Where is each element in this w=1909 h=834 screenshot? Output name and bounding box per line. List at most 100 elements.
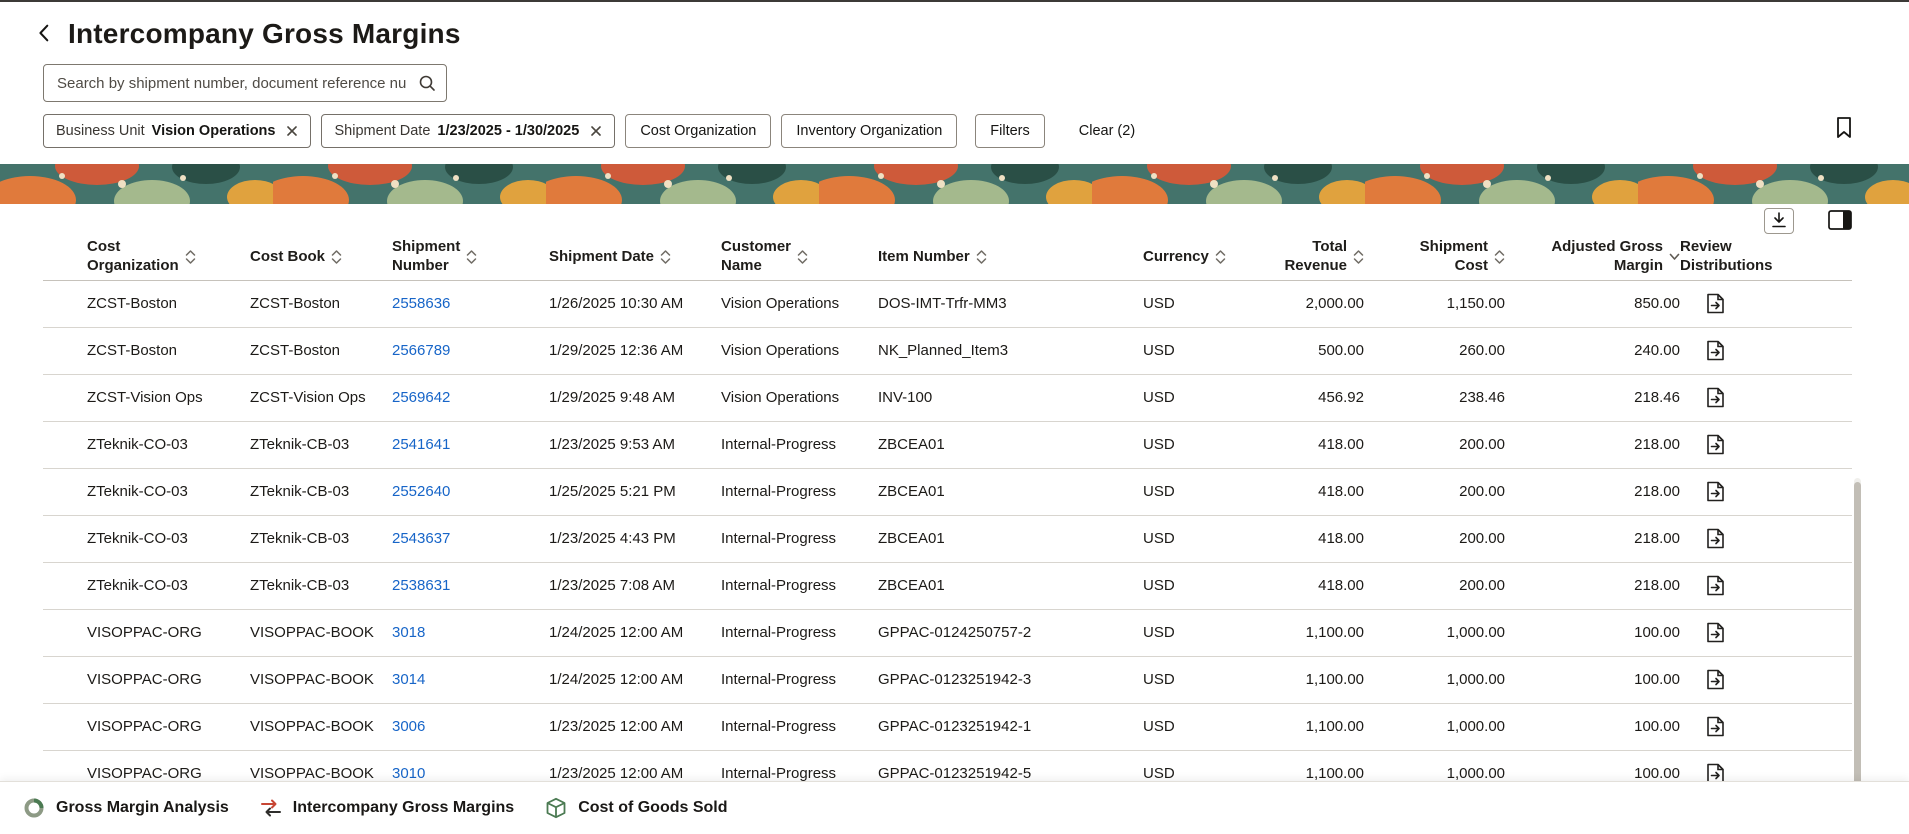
tab-label: Cost of Goods Sold [578, 799, 728, 816]
sort-toggle-icon[interactable] [1215, 249, 1226, 265]
scrollbar-thumb[interactable] [1854, 482, 1861, 812]
customer-name-cell: Internal-Progress [721, 421, 878, 469]
column-header-currency[interactable]: Currency [1143, 234, 1253, 281]
inventory-organization-button[interactable]: Inventory Organization [781, 114, 958, 148]
table-row: VISOPPAC-ORG VISOPPAC-BOOK 3014 1/24/2025 1… [43, 656, 1852, 704]
clear-filters-button[interactable]: Clear (2) [1079, 123, 1135, 139]
review-distributions-icon[interactable] [1706, 387, 1725, 408]
column-header-adjusted-gross-margin[interactable]: Adjusted Gross Margin [1505, 234, 1680, 281]
cost-org-cell: ZTeknik-CO-03 [43, 515, 250, 563]
filters-button[interactable]: Filters [975, 114, 1045, 148]
currency-cell: USD [1143, 609, 1253, 657]
review-cell [1680, 656, 1852, 704]
sort-descending-icon[interactable] [1669, 253, 1680, 261]
filter-chip-business-unit: Business Unit Vision Operations [43, 114, 312, 148]
total-revenue-cell: 500.00 [1253, 327, 1364, 375]
item-number-cell: ZBCEA01 [878, 515, 1143, 563]
review-distributions-icon[interactable] [1706, 481, 1725, 502]
sort-toggle-icon[interactable] [1494, 249, 1505, 265]
decorative-pattern-banner [0, 164, 1909, 204]
back-button[interactable] [30, 19, 60, 49]
split-panel-icon [1828, 209, 1852, 233]
review-distributions-icon[interactable] [1706, 669, 1725, 690]
review-cell [1680, 703, 1852, 751]
column-header-item-number[interactable]: Item Number [878, 234, 1143, 281]
shipment-date-cell: 1/29/2025 9:48 AM [549, 374, 721, 422]
cost-organization-button[interactable]: Cost Organization [625, 114, 772, 148]
shipment-number-link[interactable]: 2543637 [392, 530, 450, 547]
customer-name-cell: Vision Operations [721, 327, 878, 375]
shipment-number-link[interactable]: 2569642 [392, 389, 450, 406]
sort-toggle-icon[interactable] [466, 249, 477, 265]
shipment-number-link[interactable]: 3014 [392, 671, 425, 688]
column-header-shipment-cost[interactable]: Shipment Cost [1364, 234, 1505, 281]
cost-org-cell: VISOPPAC-ORG [43, 656, 250, 704]
review-distributions-icon[interactable] [1706, 716, 1725, 737]
cost-book-cell: ZTeknik-CB-03 [250, 562, 392, 610]
bookmark-button[interactable] [1834, 116, 1854, 142]
bottom-tab-cost-of-goods-sold[interactable]: Cost of Goods Sold [544, 796, 728, 820]
shipment-number-link[interactable]: 2538631 [392, 577, 450, 594]
shipment-date-cell: 1/23/2025 9:53 AM [549, 421, 721, 469]
bottom-tab-bar: Gross Margin Analysis Intercompany Gross … [0, 781, 1909, 834]
shipment-number-cell: 2543637 [392, 515, 549, 563]
review-distributions-icon[interactable] [1706, 293, 1725, 314]
shipment-number-cell: 2566789 [392, 327, 549, 375]
cost-org-cell: ZTeknik-CO-03 [43, 562, 250, 610]
close-icon[interactable] [284, 123, 300, 139]
currency-cell: USD [1143, 703, 1253, 751]
column-label: Shipment Number [392, 238, 461, 274]
table-row: ZCST-Boston ZCST-Boston 2558636 1/26/2025 1… [43, 280, 1852, 328]
search-input[interactable] [43, 64, 447, 102]
results-table-region: Cost Organization Cost Book Shipment Number S… [0, 208, 1909, 834]
shipment-number-link[interactable]: 3006 [392, 718, 425, 735]
review-distributions-icon[interactable] [1706, 340, 1725, 361]
sort-toggle-icon[interactable] [185, 249, 196, 265]
column-label: Customer Name [721, 238, 792, 274]
review-distributions-icon[interactable] [1706, 575, 1725, 596]
shipment-number-link[interactable]: 3010 [392, 765, 425, 782]
review-cell [1680, 468, 1852, 516]
sort-toggle-icon[interactable] [660, 249, 671, 265]
column-header-cost-book[interactable]: Cost Book [250, 234, 392, 281]
currency-cell: USD [1143, 656, 1253, 704]
shipment-number-link[interactable]: 2566789 [392, 342, 450, 359]
review-cell [1680, 280, 1852, 328]
bottom-tab-gross-margin-analysis[interactable]: Gross Margin Analysis [22, 796, 229, 820]
shipment-cost-cell: 260.00 [1364, 327, 1505, 375]
column-header-customer-name[interactable]: Customer Name [721, 234, 878, 281]
total-revenue-cell: 2,000.00 [1253, 280, 1364, 328]
table-row: VISOPPAC-ORG VISOPPAC-BOOK 3018 1/24/2025 1… [43, 609, 1852, 657]
review-distributions-icon[interactable] [1706, 528, 1725, 549]
sort-toggle-icon[interactable] [331, 249, 342, 265]
close-icon[interactable] [588, 123, 604, 139]
bottom-tab-intercompany-gross-margins[interactable]: Intercompany Gross Margins [259, 796, 514, 820]
filter-chip-shipment-date: Shipment Date 1/23/2025 - 1/30/2025 [321, 114, 616, 148]
download-button[interactable] [1764, 208, 1794, 234]
shipment-number-link[interactable]: 2541641 [392, 436, 450, 453]
shipment-number-link[interactable]: 2552640 [392, 483, 450, 500]
cost-book-cell: ZTeknik-CB-03 [250, 515, 392, 563]
column-header-shipment-number[interactable]: Shipment Number [392, 234, 549, 281]
shipment-number-cell: 2541641 [392, 421, 549, 469]
customer-name-cell: Internal-Progress [721, 609, 878, 657]
review-distributions-icon[interactable] [1706, 434, 1725, 455]
review-distributions-icon[interactable] [1706, 622, 1725, 643]
sort-toggle-icon[interactable] [976, 249, 987, 265]
cost-book-cell: ZCST-Boston [250, 280, 392, 328]
cost-book-cell: VISOPPAC-BOOK [250, 656, 392, 704]
side-panel-toggle-button[interactable] [1828, 209, 1852, 233]
adjusted-gross-margin-cell: 100.00 [1505, 609, 1680, 657]
shipment-number-link[interactable]: 2558636 [392, 295, 450, 312]
cost-org-cell: ZTeknik-CO-03 [43, 468, 250, 516]
sort-toggle-icon[interactable] [797, 249, 808, 265]
column-header-total-revenue[interactable]: Total Revenue [1253, 234, 1364, 281]
column-header-cost-org[interactable]: Cost Organization [43, 234, 250, 281]
shipment-number-cell: 3018 [392, 609, 549, 657]
sort-toggle-icon[interactable] [1353, 249, 1364, 265]
cost-book-cell: ZTeknik-CB-03 [250, 421, 392, 469]
column-header-shipment-date[interactable]: Shipment Date [549, 234, 721, 281]
shipment-number-link[interactable]: 3018 [392, 624, 425, 641]
shipment-cost-cell: 200.00 [1364, 515, 1505, 563]
search-icon[interactable] [418, 74, 436, 97]
